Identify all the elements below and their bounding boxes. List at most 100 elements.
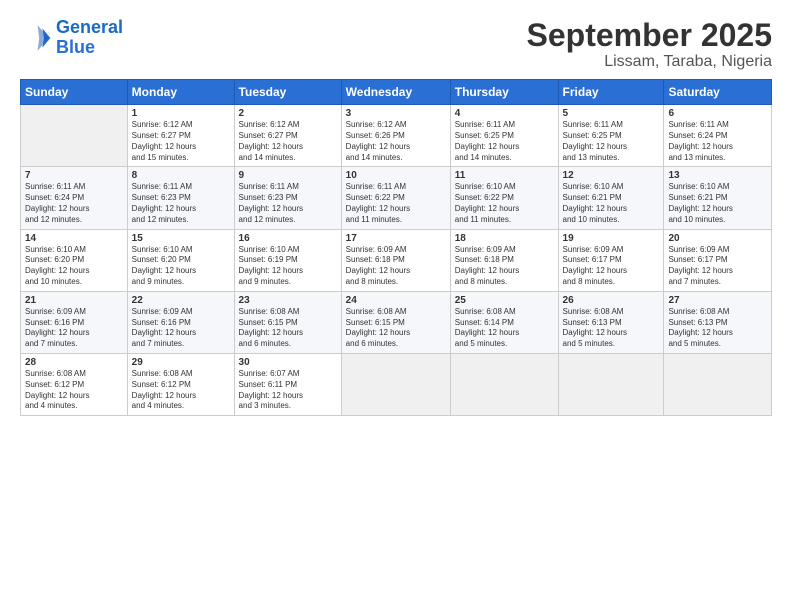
day-info: Sunrise: 6:09 AM Sunset: 6:18 PM Dayligh…	[455, 245, 554, 288]
calendar-cell: 12Sunrise: 6:10 AM Sunset: 6:21 PM Dayli…	[558, 167, 664, 229]
day-info: Sunrise: 6:07 AM Sunset: 6:11 PM Dayligh…	[239, 369, 337, 412]
day-number: 15	[132, 233, 230, 244]
day-number: 9	[239, 170, 337, 181]
calendar-week-row: 7Sunrise: 6:11 AM Sunset: 6:24 PM Daylig…	[21, 167, 772, 229]
day-number: 16	[239, 233, 337, 244]
day-info: Sunrise: 6:08 AM Sunset: 6:12 PM Dayligh…	[25, 369, 123, 412]
day-number: 18	[455, 233, 554, 244]
calendar-cell: 20Sunrise: 6:09 AM Sunset: 6:17 PM Dayli…	[664, 229, 772, 291]
day-info: Sunrise: 6:08 AM Sunset: 6:15 PM Dayligh…	[239, 307, 337, 350]
day-info: Sunrise: 6:09 AM Sunset: 6:18 PM Dayligh…	[346, 245, 446, 288]
calendar-cell: 10Sunrise: 6:11 AM Sunset: 6:22 PM Dayli…	[341, 167, 450, 229]
calendar-cell: 27Sunrise: 6:08 AM Sunset: 6:13 PM Dayli…	[664, 291, 772, 353]
day-info: Sunrise: 6:09 AM Sunset: 6:16 PM Dayligh…	[132, 307, 230, 350]
calendar-cell: 6Sunrise: 6:11 AM Sunset: 6:24 PM Daylig…	[664, 105, 772, 167]
day-number: 25	[455, 295, 554, 306]
page: General Blue September 2025 Lissam, Tara…	[0, 0, 792, 612]
day-number: 1	[132, 108, 230, 119]
day-number: 21	[25, 295, 123, 306]
calendar-cell	[664, 353, 772, 415]
day-number: 2	[239, 108, 337, 119]
logo-icon	[20, 22, 52, 54]
day-number: 27	[668, 295, 767, 306]
day-number: 5	[563, 108, 660, 119]
day-number: 28	[25, 357, 123, 368]
day-number: 7	[25, 170, 123, 181]
calendar-cell: 22Sunrise: 6:09 AM Sunset: 6:16 PM Dayli…	[127, 291, 234, 353]
day-info: Sunrise: 6:11 AM Sunset: 6:22 PM Dayligh…	[346, 182, 446, 225]
calendar-cell: 29Sunrise: 6:08 AM Sunset: 6:12 PM Dayli…	[127, 353, 234, 415]
calendar-cell: 13Sunrise: 6:10 AM Sunset: 6:21 PM Dayli…	[664, 167, 772, 229]
day-info: Sunrise: 6:08 AM Sunset: 6:12 PM Dayligh…	[132, 369, 230, 412]
day-of-week-header: Sunday	[21, 80, 128, 105]
calendar-cell: 26Sunrise: 6:08 AM Sunset: 6:13 PM Dayli…	[558, 291, 664, 353]
calendar-cell: 30Sunrise: 6:07 AM Sunset: 6:11 PM Dayli…	[234, 353, 341, 415]
calendar-week-row: 14Sunrise: 6:10 AM Sunset: 6:20 PM Dayli…	[21, 229, 772, 291]
calendar-cell: 28Sunrise: 6:08 AM Sunset: 6:12 PM Dayli…	[21, 353, 128, 415]
day-info: Sunrise: 6:12 AM Sunset: 6:26 PM Dayligh…	[346, 120, 446, 163]
day-info: Sunrise: 6:11 AM Sunset: 6:23 PM Dayligh…	[132, 182, 230, 225]
calendar-cell: 16Sunrise: 6:10 AM Sunset: 6:19 PM Dayli…	[234, 229, 341, 291]
calendar-cell	[450, 353, 558, 415]
day-of-week-header: Thursday	[450, 80, 558, 105]
day-info: Sunrise: 6:11 AM Sunset: 6:25 PM Dayligh…	[455, 120, 554, 163]
day-info: Sunrise: 6:10 AM Sunset: 6:21 PM Dayligh…	[563, 182, 660, 225]
day-number: 24	[346, 295, 446, 306]
day-number: 3	[346, 108, 446, 119]
day-number: 22	[132, 295, 230, 306]
day-info: Sunrise: 6:10 AM Sunset: 6:21 PM Dayligh…	[668, 182, 767, 225]
day-of-week-header: Monday	[127, 80, 234, 105]
day-info: Sunrise: 6:12 AM Sunset: 6:27 PM Dayligh…	[239, 120, 337, 163]
calendar-week-row: 28Sunrise: 6:08 AM Sunset: 6:12 PM Dayli…	[21, 353, 772, 415]
day-info: Sunrise: 6:08 AM Sunset: 6:14 PM Dayligh…	[455, 307, 554, 350]
calendar-cell: 18Sunrise: 6:09 AM Sunset: 6:18 PM Dayli…	[450, 229, 558, 291]
day-number: 19	[563, 233, 660, 244]
calendar-cell: 7Sunrise: 6:11 AM Sunset: 6:24 PM Daylig…	[21, 167, 128, 229]
header: General Blue September 2025 Lissam, Tara…	[20, 18, 772, 71]
calendar-cell: 23Sunrise: 6:08 AM Sunset: 6:15 PM Dayli…	[234, 291, 341, 353]
day-info: Sunrise: 6:10 AM Sunset: 6:22 PM Dayligh…	[455, 182, 554, 225]
calendar-cell: 19Sunrise: 6:09 AM Sunset: 6:17 PM Dayli…	[558, 229, 664, 291]
logo-general: General	[56, 17, 123, 37]
day-number: 6	[668, 108, 767, 119]
day-info: Sunrise: 6:09 AM Sunset: 6:16 PM Dayligh…	[25, 307, 123, 350]
calendar-title: September 2025	[527, 18, 772, 53]
logo-text: General Blue	[56, 18, 123, 58]
calendar-cell: 5Sunrise: 6:11 AM Sunset: 6:25 PM Daylig…	[558, 105, 664, 167]
day-number: 20	[668, 233, 767, 244]
day-info: Sunrise: 6:10 AM Sunset: 6:19 PM Dayligh…	[239, 245, 337, 288]
calendar-cell: 4Sunrise: 6:11 AM Sunset: 6:25 PM Daylig…	[450, 105, 558, 167]
calendar-subtitle: Lissam, Taraba, Nigeria	[527, 53, 772, 71]
day-number: 12	[563, 170, 660, 181]
calendar-cell: 24Sunrise: 6:08 AM Sunset: 6:15 PM Dayli…	[341, 291, 450, 353]
day-number: 30	[239, 357, 337, 368]
calendar-cell: 25Sunrise: 6:08 AM Sunset: 6:14 PM Dayli…	[450, 291, 558, 353]
calendar-header-row: SundayMondayTuesdayWednesdayThursdayFrid…	[21, 80, 772, 105]
calendar-cell: 17Sunrise: 6:09 AM Sunset: 6:18 PM Dayli…	[341, 229, 450, 291]
calendar-cell: 2Sunrise: 6:12 AM Sunset: 6:27 PM Daylig…	[234, 105, 341, 167]
day-info: Sunrise: 6:11 AM Sunset: 6:23 PM Dayligh…	[239, 182, 337, 225]
calendar-cell: 14Sunrise: 6:10 AM Sunset: 6:20 PM Dayli…	[21, 229, 128, 291]
day-number: 10	[346, 170, 446, 181]
logo-blue: Blue	[56, 37, 95, 57]
day-of-week-header: Wednesday	[341, 80, 450, 105]
calendar-cell: 9Sunrise: 6:11 AM Sunset: 6:23 PM Daylig…	[234, 167, 341, 229]
day-info: Sunrise: 6:10 AM Sunset: 6:20 PM Dayligh…	[132, 245, 230, 288]
calendar-cell	[21, 105, 128, 167]
day-info: Sunrise: 6:09 AM Sunset: 6:17 PM Dayligh…	[563, 245, 660, 288]
day-info: Sunrise: 6:08 AM Sunset: 6:15 PM Dayligh…	[346, 307, 446, 350]
day-number: 17	[346, 233, 446, 244]
calendar-cell: 8Sunrise: 6:11 AM Sunset: 6:23 PM Daylig…	[127, 167, 234, 229]
calendar-table: SundayMondayTuesdayWednesdayThursdayFrid…	[20, 79, 772, 416]
day-number: 4	[455, 108, 554, 119]
calendar-cell: 15Sunrise: 6:10 AM Sunset: 6:20 PM Dayli…	[127, 229, 234, 291]
day-info: Sunrise: 6:10 AM Sunset: 6:20 PM Dayligh…	[25, 245, 123, 288]
day-number: 26	[563, 295, 660, 306]
logo: General Blue	[20, 18, 123, 58]
day-info: Sunrise: 6:11 AM Sunset: 6:24 PM Dayligh…	[25, 182, 123, 225]
day-number: 23	[239, 295, 337, 306]
day-number: 13	[668, 170, 767, 181]
calendar-week-row: 1Sunrise: 6:12 AM Sunset: 6:27 PM Daylig…	[21, 105, 772, 167]
day-info: Sunrise: 6:12 AM Sunset: 6:27 PM Dayligh…	[132, 120, 230, 163]
day-of-week-header: Friday	[558, 80, 664, 105]
